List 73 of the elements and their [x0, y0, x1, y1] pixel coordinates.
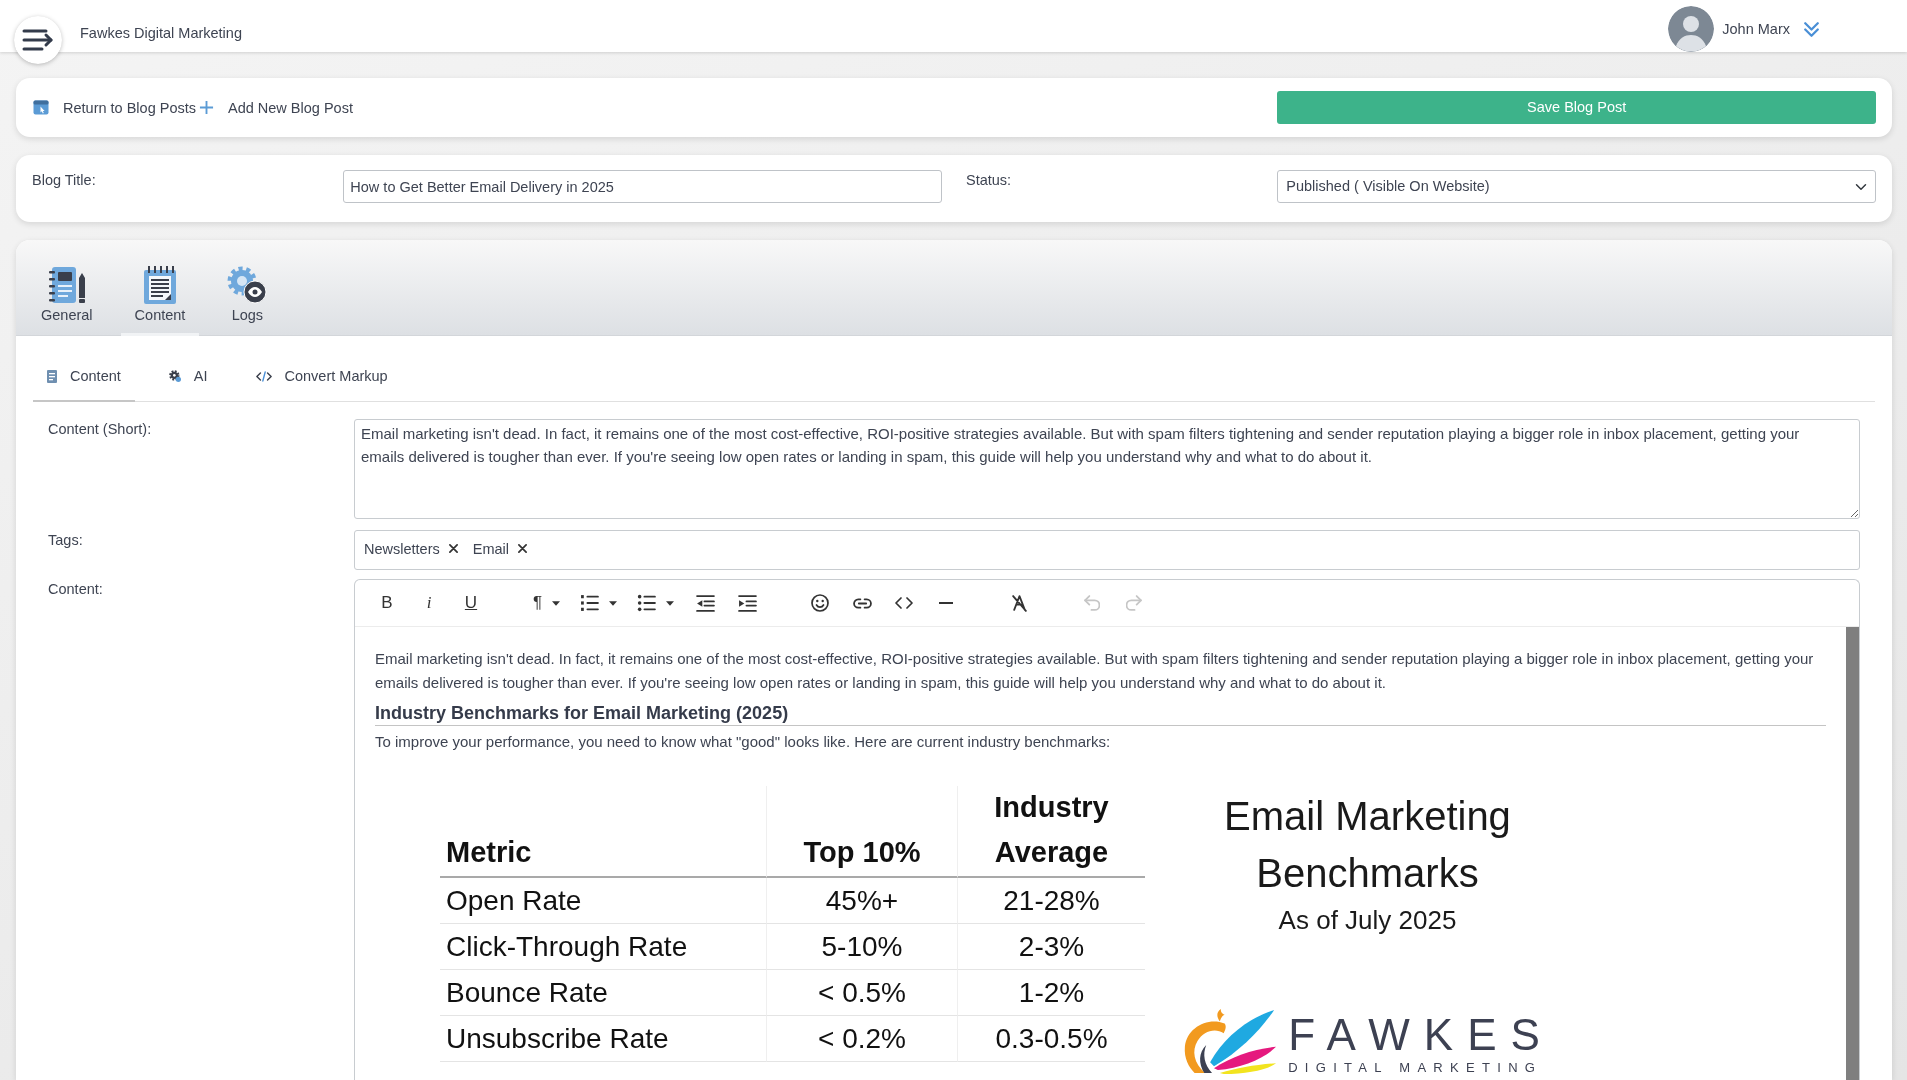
- plus-icon[interactable]: [199, 100, 214, 115]
- table-header-cell: Industry Average: [957, 786, 1145, 878]
- table-header-cell: Metric: [440, 786, 766, 878]
- return-link[interactable]: Return to Blog Posts: [33, 97, 196, 118]
- sub-tab[interactable]: Content: [33, 352, 135, 402]
- section-heading: Industry Benchmarks for Email Marketing (2025): [375, 702, 1826, 726]
- sub-tab[interactable]: AI: [154, 352, 222, 402]
- field-label: Status:: [966, 172, 1012, 188]
- scrollbar[interactable]: [1846, 627, 1859, 1080]
- remove-tag-icon[interactable]: [448, 544, 458, 553]
- caret-icon[interactable]: [609, 600, 618, 606]
- field-label: Tags:: [48, 532, 83, 548]
- table-cell: Open Rate: [440, 878, 766, 924]
- caret-icon[interactable]: [552, 600, 561, 606]
- short-content-field[interactable]: Email marketing isn't dead. In fact, it remains one of the most cost-effective, ROI-positive strategies available. But with spam filters tightening and sender reputation playing a bigger role in inbox placement, getting your emails delivered is tougher than ever. If you're seeing low open rates or landing in spam, this guide will help you understand why and what to do about it.: [354, 419, 1860, 519]
- tab[interactable]: General: [27, 240, 107, 336]
- title-input[interactable]: How to Get Better Email Delivery in 2025: [343, 170, 942, 203]
- infographic-title: Email Marketing Benchmarks: [1223, 793, 1512, 897]
- bold-button[interactable]: B: [366, 587, 408, 619]
- logo-wordmark: FAWKES: [1288, 1013, 1554, 1057]
- table-cell: 45%+: [766, 878, 957, 924]
- numbered-list-icon[interactable]: [580, 594, 600, 612]
- code-icon[interactable]: [255, 370, 272, 382]
- sub-tab[interactable]: Convert Markup: [241, 352, 402, 402]
- table-cell: Click-Through Rate: [440, 924, 766, 970]
- clear-format-icon[interactable]: [1011, 594, 1027, 612]
- browser-window-icon[interactable]: [33, 100, 49, 115]
- table-cell: 21-28%: [957, 878, 1145, 924]
- notepad-icon[interactable]: [143, 266, 177, 304]
- table-cell: 0.3-0.5%: [957, 1016, 1145, 1062]
- document-icon[interactable]: [47, 369, 57, 383]
- tag-label[interactable]: Newsletters: [364, 539, 440, 559]
- gear-icon[interactable]: [168, 370, 181, 382]
- remove-tag-icon[interactable]: [518, 544, 527, 553]
- tab[interactable]: Content: [120, 240, 200, 336]
- table-cell: 1-2%: [957, 970, 1145, 1016]
- indent-icon[interactable]: [737, 594, 757, 612]
- content-editor[interactable]: [354, 579, 1860, 1080]
- avatar-icon[interactable]: [1668, 6, 1715, 52]
- horizontal-rule-icon[interactable]: [939, 602, 954, 604]
- paragraph: To improve your performance, you need to know what "good" looks like. Here are current industry benchmarks:: [375, 732, 1112, 752]
- outdent-icon[interactable]: [695, 594, 715, 612]
- tab[interactable]: Logs: [213, 240, 282, 336]
- link-icon[interactable]: [852, 597, 872, 609]
- notebook-pencil-icon[interactable]: [48, 266, 85, 304]
- table-cell: < 0.2%: [766, 1016, 957, 1062]
- tag-label[interactable]: Email: [472, 539, 509, 559]
- italic-button[interactable]: i: [408, 587, 450, 619]
- chevron-down-icon[interactable]: [1804, 21, 1819, 37]
- table-cell: 2-3%: [957, 924, 1145, 970]
- gear-eye-icon[interactable]: [227, 266, 268, 304]
- user-name[interactable]: John Marx: [1722, 19, 1790, 39]
- field-label: Blog Title:: [32, 172, 96, 188]
- caret-icon[interactable]: [666, 600, 675, 606]
- table-cell: Unsubscribe Rate: [440, 1016, 766, 1062]
- tags-field[interactable]: Newsletters Email: [354, 530, 1860, 570]
- status-select[interactable]: Published ( Visible On Website): [1277, 170, 1876, 203]
- brand-name: Fawkes Digital Marketing: [80, 24, 242, 43]
- emoji-icon[interactable]: [811, 594, 830, 612]
- code-icon[interactable]: [895, 597, 914, 609]
- table-header-cell: Top 10%: [766, 786, 957, 878]
- underline-button[interactable]: U: [450, 587, 492, 619]
- field-label: Content (Short):: [48, 421, 152, 437]
- logo-tagline: DIGITAL MARKETING: [1288, 1061, 1544, 1074]
- add-post-link[interactable]: Add New Blog Post: [199, 97, 353, 118]
- field-label: Content:: [48, 581, 103, 597]
- infographic-subtitle: As of July 2025: [1277, 904, 1458, 937]
- table-cell: 5-10%: [766, 924, 957, 970]
- bullet-list-icon[interactable]: [637, 594, 657, 612]
- paragraph: Email marketing isn't dead. In fact, it remains one of the most cost-effective, ROI-positive strategies available. But with spam filters tightening and sender reputation playing a bigger role in inbox placement, getting your emails delivered is tougher than ever. If you're seeing low open rates or landing in spam, this guide will help you understand why and what to do about it.: [375, 649, 1815, 693]
- table-cell: < 0.5%: [766, 970, 957, 1016]
- paragraph-format-button[interactable]: ¶: [523, 587, 571, 619]
- table-cell: Bounce Rate: [440, 970, 766, 1016]
